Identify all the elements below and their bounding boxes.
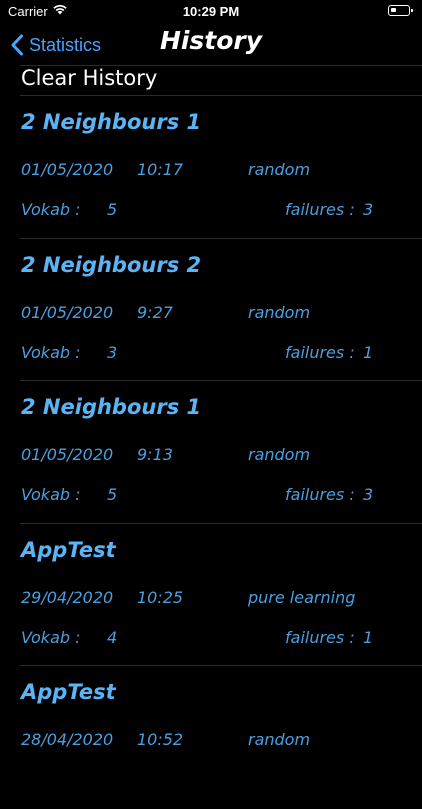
battery-icon — [388, 5, 413, 16]
vokab-value: 4 — [107, 627, 118, 647]
entry-mode: random — [248, 730, 311, 749]
page-title: History — [159, 26, 263, 55]
entry-time: 10:52 — [137, 730, 184, 749]
entry-title: AppTest — [21, 537, 116, 562]
vokab-label: Vokab : — [21, 342, 81, 362]
failures-label: failures : — [285, 627, 355, 647]
history-list: 2 Neighbours 1 01/05/2020 10:17 random V… — [0, 96, 422, 809]
entry-time: 10:25 — [137, 587, 184, 607]
vokab-label: Vokab : — [21, 485, 81, 504]
failures-value: 3 — [363, 485, 374, 504]
entry-title: 2 Neighbours 1 — [21, 110, 202, 134]
failures-value: 1 — [363, 342, 374, 362]
entry-title: 2 Neighbours 2 — [21, 252, 202, 277]
history-entry[interactable]: 2 Neighbours 2 01/05/2020 9:27 random Vo… — [0, 239, 422, 381]
entry-date: 01/05/2020 — [21, 302, 114, 322]
history-entry[interactable]: AppTest 28/04/2020 10:52 random — [0, 666, 422, 809]
navigation-bar: Statistics History — [0, 24, 422, 66]
status-time: 10:29 PM — [182, 4, 240, 19]
history-entry[interactable]: 2 Neighbours 1 01/05/2020 10:17 random V… — [0, 96, 422, 239]
clear-history-button[interactable]: Clear History — [21, 66, 401, 94]
failures-label: failures : — [285, 485, 355, 504]
failures-label: failures : — [285, 342, 355, 362]
vokab-value: 3 — [107, 342, 118, 362]
entry-title: 2 Neighbours 1 — [21, 395, 202, 419]
failures-value: 1 — [363, 627, 374, 647]
vokab-label: Vokab : — [21, 627, 81, 647]
history-entry[interactable]: AppTest 29/04/2020 10:25 pure learning V… — [0, 524, 422, 666]
vokab-value: 5 — [107, 485, 118, 504]
entry-mode: random — [248, 160, 311, 179]
entry-date: 01/05/2020 — [21, 160, 114, 179]
entry-time: 9:27 — [137, 302, 173, 322]
vokab-value: 5 — [107, 200, 118, 219]
entry-time: 10:17 — [137, 160, 184, 179]
entry-time: 9:13 — [137, 445, 173, 464]
entry-mode: random — [248, 445, 311, 464]
history-entry[interactable]: 2 Neighbours 1 01/05/2020 9:13 random Vo… — [0, 381, 422, 524]
entry-mode: random — [248, 302, 311, 322]
vokab-label: Vokab : — [21, 200, 81, 219]
failures-label: failures : — [285, 200, 355, 219]
failures-value: 3 — [363, 200, 374, 219]
entry-date: 29/04/2020 — [21, 587, 114, 607]
status-bar: Carrier 10:29 PM — [0, 0, 422, 24]
entry-mode: pure learning — [248, 587, 356, 607]
entry-title: AppTest — [21, 680, 116, 704]
entry-date: 01/05/2020 — [21, 445, 114, 464]
entry-date: 28/04/2020 — [21, 730, 114, 749]
